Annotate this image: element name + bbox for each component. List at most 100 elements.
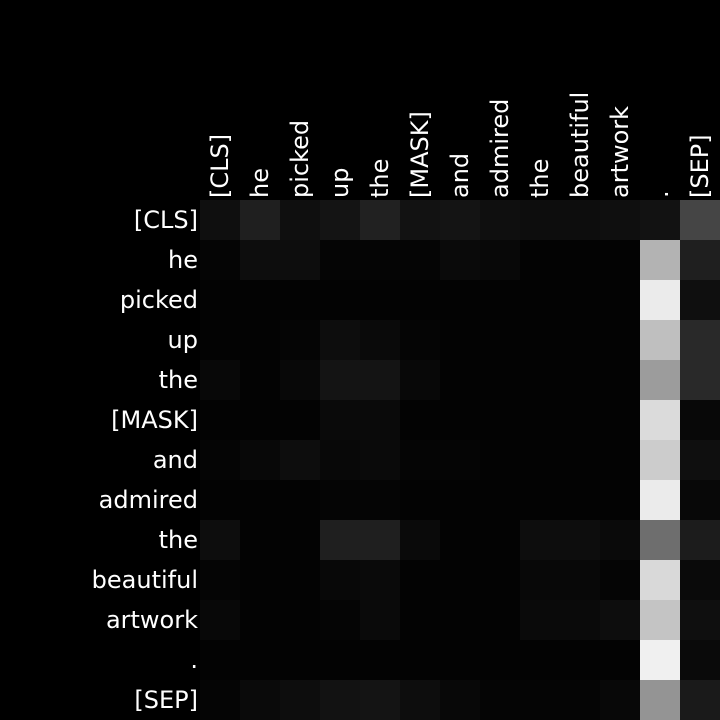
heatmap-cell-r5-c3 (320, 400, 360, 440)
heatmap-cell-r8-c1 (240, 520, 280, 560)
heatmap-cell-r9-c9 (560, 560, 600, 600)
heatmap-cell-r8-c3 (320, 520, 360, 560)
heatmap-cell-r12-c4 (360, 680, 400, 720)
heatmap-cell-r10-c12 (680, 600, 720, 640)
heatmap-cell-r3-c1 (240, 320, 280, 360)
heatmap-cell-r12-c2 (280, 680, 320, 720)
heatmap-cell-r8-c5 (400, 520, 440, 560)
heatmap-cell-r11-c5 (400, 640, 440, 680)
heatmap-cell-r12-c12 (680, 680, 720, 720)
heatmap-cell-r1-c9 (560, 240, 600, 280)
heatmap-cell-r5-c0 (200, 400, 240, 440)
heatmap-cell-r12-c5 (400, 680, 440, 720)
heatmap-cell-r2-c1 (240, 280, 280, 320)
heatmap-cell-r0-c0 (200, 200, 240, 240)
y-tick-label: admired (99, 486, 198, 514)
y-tick-label: up (168, 326, 198, 354)
heatmap-cell-r7-c11 (640, 480, 680, 520)
heatmap-cell-r6-c8 (520, 440, 560, 480)
heatmap-cell-r3-c11 (640, 320, 680, 360)
heatmap-cell-r8-c10 (600, 520, 640, 560)
heatmap-cell-r6-c12 (680, 440, 720, 480)
heatmap-cell-r3-c0 (200, 320, 240, 360)
heatmap-cell-r12-c9 (560, 680, 600, 720)
heatmap-cell-r0-c5 (400, 200, 440, 240)
heatmap-cell-r0-c12 (680, 200, 720, 240)
heatmap-cell-r10-c1 (240, 600, 280, 640)
heatmap-cell-r9-c2 (280, 560, 320, 600)
heatmap-cell-r0-c7 (480, 200, 520, 240)
heatmap-cell-r2-c6 (440, 280, 480, 320)
heatmap-cell-r8-c8 (520, 520, 560, 560)
x-tick-label: and (446, 153, 474, 198)
heatmap-cell-r0-c10 (600, 200, 640, 240)
heatmap-cell-r6-c9 (560, 440, 600, 480)
heatmap-cell-r11-c3 (320, 640, 360, 680)
heatmap-cell-r2-c12 (680, 280, 720, 320)
x-tick-label: artwork (606, 106, 634, 198)
heatmap-cell-r0-c8 (520, 200, 560, 240)
heatmap-cell-r2-c9 (560, 280, 600, 320)
heatmap-cell-r4-c9 (560, 360, 600, 400)
heatmap-cell-r11-c4 (360, 640, 400, 680)
heatmap-cell-r2-c10 (600, 280, 640, 320)
y-tick-label: . (190, 646, 198, 674)
heatmap-cell-r10-c9 (560, 600, 600, 640)
heatmap-cell-r7-c3 (320, 480, 360, 520)
heatmap-cell-r5-c10 (600, 400, 640, 440)
heatmap-cell-r4-c0 (200, 360, 240, 400)
heatmap-cell-r1-c0 (200, 240, 240, 280)
heatmap-cell-r1-c11 (640, 240, 680, 280)
heatmap-cell-r9-c1 (240, 560, 280, 600)
y-tick-label: picked (120, 286, 198, 314)
heatmap-cell-r4-c2 (280, 360, 320, 400)
y-tick-label: [MASK] (111, 406, 198, 434)
heatmap-cell-r5-c1 (240, 400, 280, 440)
heatmap-cell-r2-c7 (480, 280, 520, 320)
heatmap-cell-r6-c2 (280, 440, 320, 480)
heatmap-cell-r10-c6 (440, 600, 480, 640)
heatmap-cell-r10-c2 (280, 600, 320, 640)
heatmap-cell-r3-c2 (280, 320, 320, 360)
heatmap-cell-r1-c6 (440, 240, 480, 280)
heatmap-cell-r6-c10 (600, 440, 640, 480)
heatmap-cell-r11-c2 (280, 640, 320, 680)
heatmap-cell-r11-c8 (520, 640, 560, 680)
heatmap-cell-r7-c8 (520, 480, 560, 520)
heatmap-cell-r7-c10 (600, 480, 640, 520)
heatmap-cell-r11-c12 (680, 640, 720, 680)
attention-heatmap: [CLS] he picked up the [MASK] and admired the bea… (92, 92, 720, 720)
heatmap-cell-r5-c4 (360, 400, 400, 440)
heatmap-cell-r5-c8 (520, 400, 560, 440)
x-tick-label: up (326, 168, 354, 198)
heatmap-cell-r2-c11 (640, 280, 680, 320)
heatmap-cell-r0-c2 (280, 200, 320, 240)
heatmap-cell-r2-c4 (360, 280, 400, 320)
heatmap-cell-r4-c1 (240, 360, 280, 400)
heatmap-cell-r4-c10 (600, 360, 640, 400)
heatmap-cell-r1-c10 (600, 240, 640, 280)
heatmap-cell-r7-c12 (680, 480, 720, 520)
heatmap-cell-r12-c10 (600, 680, 640, 720)
y-tick-label: the (159, 366, 198, 394)
heatmap-cell-r3-c5 (400, 320, 440, 360)
heatmap-cell-r2-c0 (200, 280, 240, 320)
heatmap-cell-r0-c3 (320, 200, 360, 240)
heatmap-cell-r4-c11 (640, 360, 680, 400)
heatmap-cell-r9-c10 (600, 560, 640, 600)
heatmap-cell-r6-c1 (240, 440, 280, 480)
heatmap-cell-r6-c4 (360, 440, 400, 480)
heatmap-cell-r8-c6 (440, 520, 480, 560)
heatmap-cell-r3-c3 (320, 320, 360, 360)
heatmap-cell-r10-c11 (640, 600, 680, 640)
heatmap-cell-r6-c5 (400, 440, 440, 480)
heatmap-cell-r11-c9 (560, 640, 600, 680)
heatmap-cell-r10-c5 (400, 600, 440, 640)
heatmap-cell-r8-c4 (360, 520, 400, 560)
heatmap-cell-r6-c3 (320, 440, 360, 480)
heatmap-cell-r7-c5 (400, 480, 440, 520)
heatmap-cell-r4-c12 (680, 360, 720, 400)
heatmap-cell-r4-c5 (400, 360, 440, 400)
heatmap-cell-r2-c2 (280, 280, 320, 320)
heatmap-cell-r4-c3 (320, 360, 360, 400)
